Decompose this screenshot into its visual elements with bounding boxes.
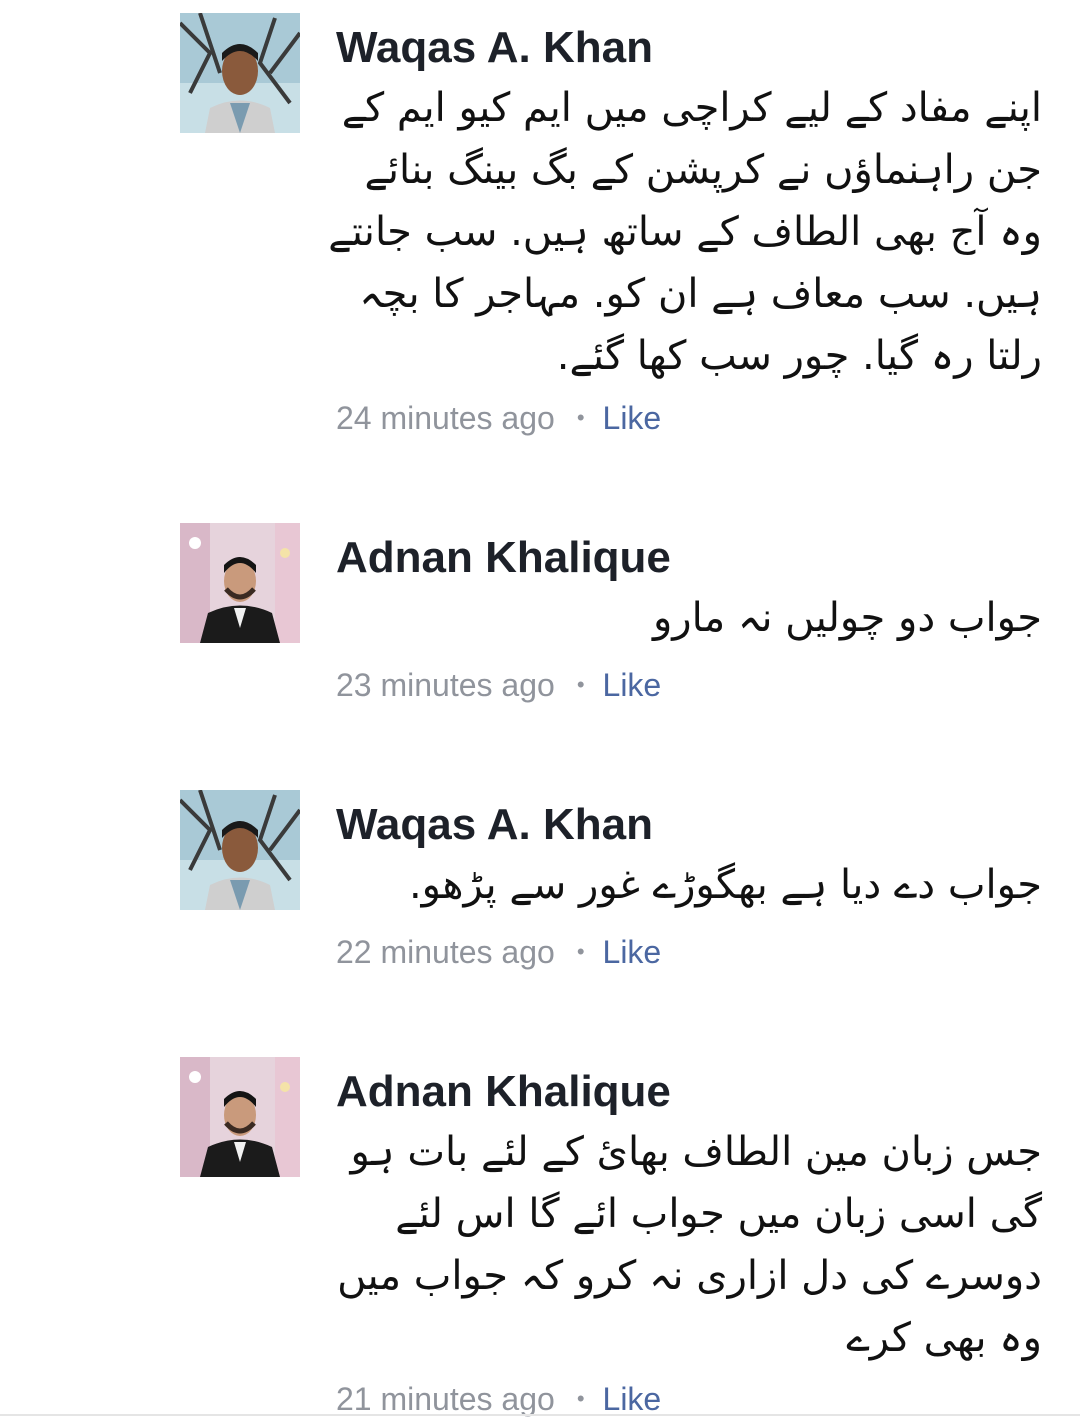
comment-timestamp: 23 minutes ago bbox=[336, 667, 555, 703]
comment-timestamp: 21 minutes ago bbox=[336, 1381, 555, 1417]
separator-dot: • bbox=[576, 1386, 585, 1411]
avatar[interactable] bbox=[180, 790, 300, 910]
avatar[interactable] bbox=[180, 13, 300, 133]
comment-item: Waqas A. Khan اپنے مفاد کے لیے کراچی میں… bbox=[0, 13, 1080, 453]
separator-dot: • bbox=[576, 939, 585, 964]
comment-item: Waqas A. Khan جواب دے دیا ہے بھگوڑے غور … bbox=[0, 790, 1080, 980]
separator-dot: • bbox=[576, 672, 585, 697]
like-button[interactable]: Like bbox=[603, 934, 662, 970]
comment-author[interactable]: Adnan Khalique bbox=[336, 533, 671, 583]
comment-text: جواب دو چولیں نہ مارو bbox=[652, 595, 1042, 641]
comment-meta: 22 minutes ago • Like bbox=[336, 932, 661, 976]
like-button[interactable]: Like bbox=[603, 667, 662, 703]
comment-author[interactable]: Adnan Khalique bbox=[336, 1067, 671, 1117]
avatar[interactable] bbox=[180, 523, 300, 643]
comment-timestamp: 22 minutes ago bbox=[336, 934, 555, 970]
comment-timestamp: 24 minutes ago bbox=[336, 400, 555, 436]
comment-author[interactable]: Waqas A. Khan bbox=[336, 800, 653, 850]
comment-item: Adnan Khalique جس زبان مین الطاف بھائ کے… bbox=[0, 1057, 1080, 1426]
comment-text: اپنے مفاد کے لیے کراچی میں ایم کیو ایم ک… bbox=[328, 85, 1042, 379]
comment-text: جواب دے دیا ہے بھگوڑے غور سے پڑھو. bbox=[408, 862, 1042, 908]
comment-meta: 24 minutes ago • Like bbox=[336, 398, 661, 442]
like-button[interactable]: Like bbox=[603, 1381, 662, 1417]
avatar[interactable] bbox=[180, 1057, 300, 1177]
comment-meta: 23 minutes ago • Like bbox=[336, 665, 661, 709]
comment-item: Adnan Khalique جواب دو چولیں نہ مارو 23 … bbox=[0, 523, 1080, 713]
comment-meta: 21 minutes ago • Like bbox=[336, 1379, 661, 1423]
divider bbox=[0, 1414, 1080, 1416]
comment-author[interactable]: Waqas A. Khan bbox=[336, 23, 653, 73]
comment-text: جس زبان مین الطاف بھائ کے لئے بات ہو گی … bbox=[337, 1129, 1042, 1361]
like-button[interactable]: Like bbox=[603, 400, 662, 436]
separator-dot: • bbox=[576, 405, 585, 430]
